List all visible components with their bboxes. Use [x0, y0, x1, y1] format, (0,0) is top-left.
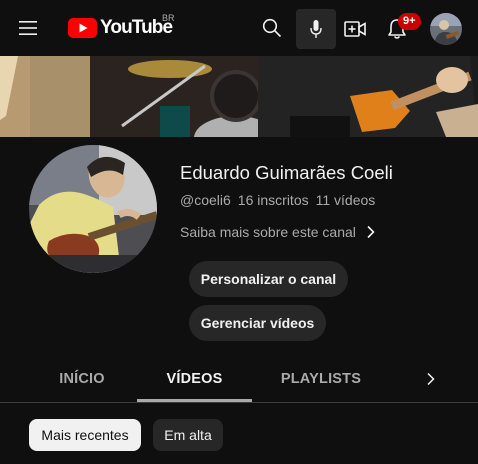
notification-badge: 9+ [398, 13, 421, 30]
customize-channel-button[interactable]: Personalizar o canal [189, 261, 348, 297]
chevron-right-icon [367, 225, 375, 239]
create-video-icon [344, 21, 366, 37]
create-button[interactable] [338, 12, 372, 46]
chevron-right-icon [426, 372, 435, 386]
tab-playlists[interactable]: PLAYLISTS [262, 356, 380, 402]
channel-name: Eduardo Guimarães Coeli [180, 162, 393, 183]
tab-videos[interactable]: VÍDEOS [137, 356, 252, 402]
channel-meta: @coeli6 16 inscritos 11 vídeos [180, 192, 375, 208]
mic-icon [310, 20, 322, 38]
about-channel-label: Saiba mais sobre este canal [180, 224, 356, 240]
menu-icon [19, 21, 37, 35]
voice-search-button[interactable] [296, 9, 336, 49]
search-icon [262, 18, 282, 38]
region-code: BR [162, 13, 175, 23]
chip-popular[interactable]: Em alta [153, 419, 223, 451]
active-tab-indicator [137, 399, 252, 402]
channel-tabs: INÍCIO VÍDEOS PLAYLISTS [0, 356, 478, 403]
account-avatar[interactable] [430, 13, 462, 45]
youtube-logo[interactable]: YouTube BR [68, 13, 175, 42]
search-button[interactable] [256, 12, 288, 44]
avatar [430, 13, 462, 45]
video-count: 11 vídeos [315, 192, 376, 208]
youtube-logo-icon [68, 18, 97, 38]
about-channel-link[interactable]: Saiba mais sobre este canal [180, 224, 375, 240]
subscriber-count: 16 inscritos [237, 192, 309, 208]
channel-handle: @coeli6 [180, 192, 231, 208]
channel-banner [0, 56, 478, 137]
channel-avatar[interactable] [29, 145, 157, 273]
manage-videos-button[interactable]: Gerenciar vídeos [189, 305, 326, 341]
tab-home[interactable]: INÍCIO [29, 356, 135, 402]
chip-latest[interactable]: Mais recentes [29, 419, 141, 451]
top-bar: YouTube BR 9+ [0, 0, 478, 56]
menu-button[interactable] [11, 11, 45, 45]
channel-avatar-image [29, 145, 157, 273]
tabs-scroll-next-button[interactable] [418, 364, 442, 394]
banner-image [0, 56, 478, 137]
